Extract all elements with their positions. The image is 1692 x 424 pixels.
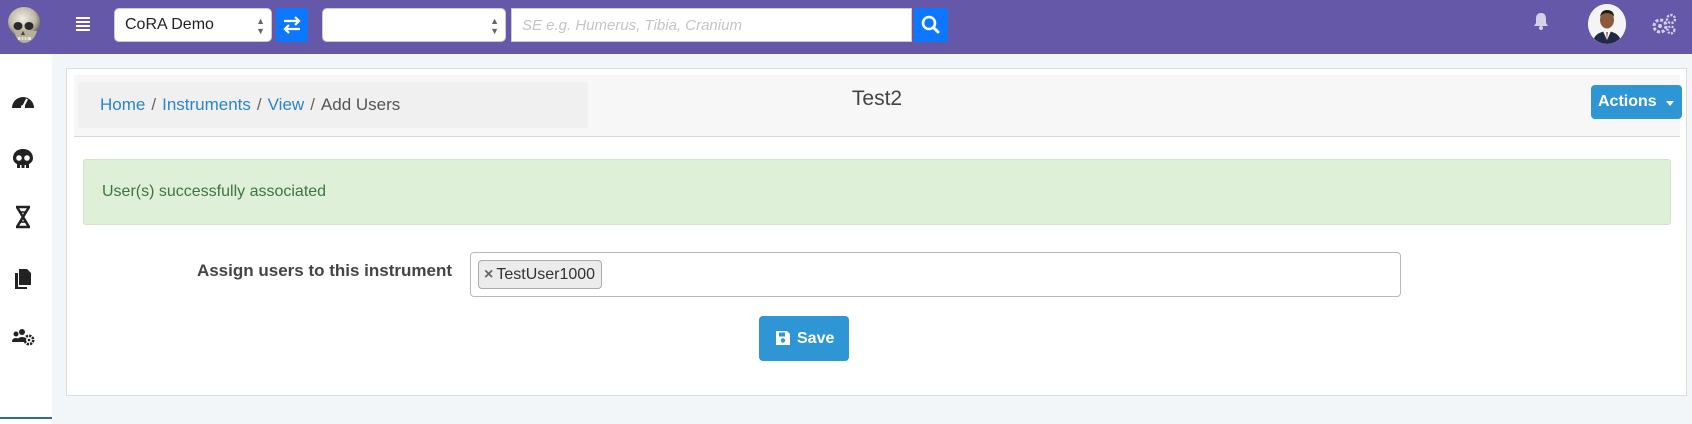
tag-remove-icon[interactable]: ×: [484, 266, 493, 283]
swap-arrows-icon: [283, 16, 301, 34]
dashboard-icon[interactable]: [10, 89, 36, 115]
skull-icon[interactable]: [10, 146, 36, 172]
breadcrumb-current: Add Users: [320, 95, 401, 114]
updown-arrows-icon: ▲ ▼: [490, 16, 499, 36]
search-button[interactable]: [914, 8, 948, 42]
database-select-value: CoRA Demo: [125, 16, 214, 33]
bell-icon[interactable]: [1531, 10, 1551, 32]
content-card: Home / Instruments / View / Add Users Test2 Ac…: [66, 68, 1687, 396]
save-label: Save: [797, 330, 835, 347]
user-avatar[interactable]: [1588, 4, 1626, 44]
success-alert: User(s) successfully associated: [83, 159, 1671, 225]
breadcrumb-home[interactable]: Home: [100, 95, 145, 114]
dna-icon[interactable]: [10, 204, 36, 230]
sidebar-active-indicator: [0, 417, 52, 419]
floppy-icon: [776, 331, 790, 345]
copy-icon[interactable]: [10, 266, 36, 292]
search-input[interactable]: [511, 8, 912, 42]
breadcrumb-view[interactable]: View: [268, 95, 305, 114]
breadcrumb-separator: /: [151, 95, 157, 114]
database-select[interactable]: CoRA Demo ▲ ▼: [114, 8, 272, 42]
element-select[interactable]: ▲ ▼: [322, 8, 506, 42]
users-cog-icon[interactable]: [10, 324, 36, 350]
user-tag-label: TestUser1000: [496, 266, 596, 283]
sidebar: [0, 54, 52, 424]
card-header: Home / Instruments / View / Add Users Test2 Ac…: [74, 75, 1682, 137]
search-icon: [921, 15, 940, 34]
updown-arrows-icon: ▲ ▼: [256, 16, 265, 36]
caret-down-icon: [1666, 101, 1674, 106]
avatar-image: [1588, 4, 1626, 44]
user-tag: × TestUser1000: [478, 260, 603, 289]
menu-icon[interactable]: [73, 14, 93, 34]
top-navbar: CoRA Demo ▲ ▼ ▲ ▼: [0, 0, 1692, 54]
actions-dropdown-button[interactable]: Actions: [1591, 85, 1682, 119]
breadcrumb-instruments[interactable]: Instruments: [162, 95, 251, 114]
breadcrumb-separator: /: [310, 95, 315, 114]
assign-users-label: Assign users to this instrument: [196, 261, 452, 280]
breadcrumb-separator: /: [256, 95, 262, 114]
users-tag-input[interactable]: × TestUser1000: [470, 252, 1401, 297]
save-button[interactable]: Save: [759, 316, 849, 361]
actions-label: Actions: [1598, 93, 1657, 110]
alert-message: User(s) successfully associated: [102, 183, 327, 200]
skull-logo-icon[interactable]: [4, 4, 48, 48]
swap-button[interactable]: [276, 8, 308, 42]
gears-icon[interactable]: [1650, 12, 1678, 36]
breadcrumb: Home / Instruments / View / Add Users: [78, 82, 588, 128]
